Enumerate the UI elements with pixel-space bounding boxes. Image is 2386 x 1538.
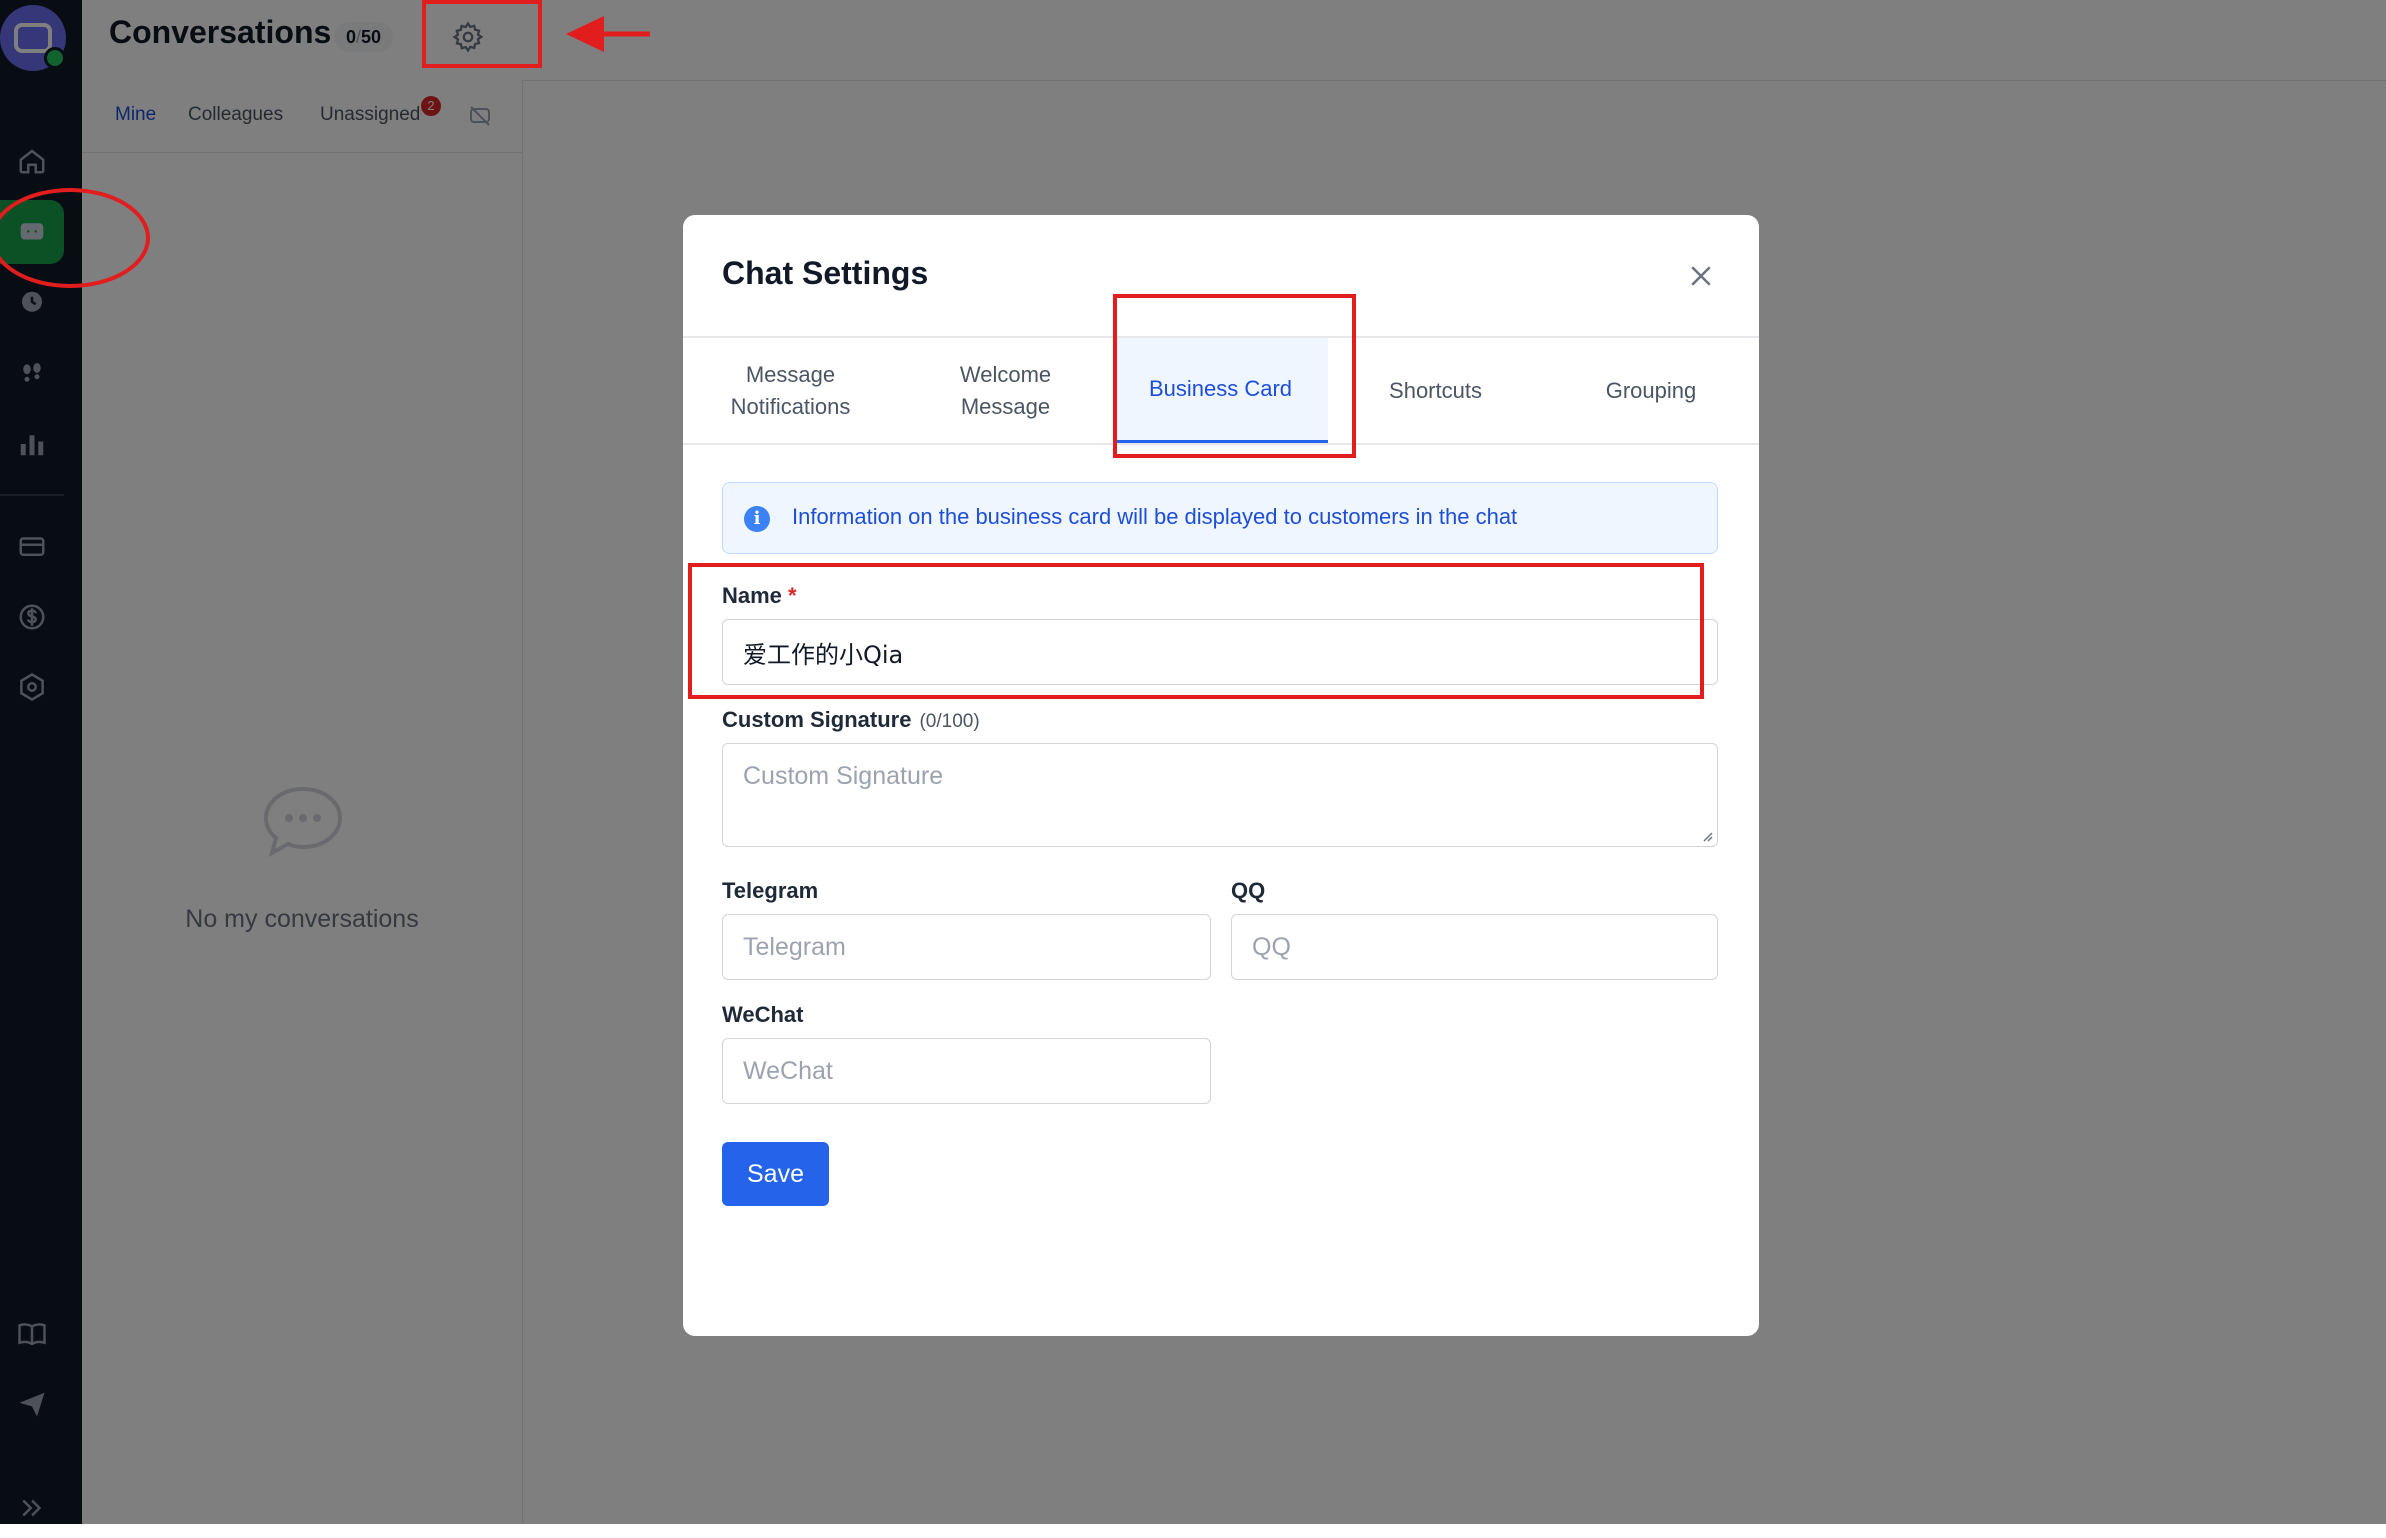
qq-input[interactable]: QQ [1231, 914, 1718, 980]
tab-welcome-message[interactable]: Welcome Message [898, 338, 1113, 443]
modal-title: Chat Settings [722, 255, 929, 291]
wechat-label: WeChat [722, 1002, 804, 1027]
signature-placeholder: Custom Signature [743, 762, 944, 790]
signature-label-text: Custom Signature [722, 707, 912, 732]
resize-grip-icon[interactable] [1701, 830, 1713, 842]
save-button[interactable]: Save [722, 1142, 829, 1206]
tab-message-notifications[interactable]: Message Notifications [683, 338, 898, 443]
tab-label: Welcome Message [959, 361, 1052, 419]
telegram-placeholder: Telegram [743, 932, 846, 961]
annotation-arrow-icon [566, 16, 650, 52]
close-icon [1691, 266, 1711, 286]
telegram-label: Telegram [722, 878, 819, 903]
signature-textarea[interactable]: Custom Signature [722, 743, 1718, 847]
tab-grouping[interactable]: Grouping [1543, 338, 1759, 443]
tab-label: Shortcuts [1389, 377, 1482, 403]
signature-label: Custom Signature (0/100) [722, 707, 980, 733]
annotation-name-field [688, 563, 1704, 699]
modal-close-button[interactable] [1686, 261, 1716, 291]
wechat-input[interactable]: WeChat [722, 1038, 1211, 1104]
annotation-business-card-tab [1113, 294, 1356, 458]
tab-shortcuts[interactable]: Shortcuts [1328, 338, 1543, 443]
tab-label: Grouping [1605, 377, 1697, 403]
wechat-placeholder: WeChat [743, 1056, 833, 1085]
tab-label: Message Notifications [730, 361, 851, 419]
qq-placeholder: QQ [1252, 932, 1291, 961]
annotation-settings-highlight [422, 0, 542, 68]
telegram-input[interactable]: Telegram [722, 914, 1211, 980]
signature-char-count: (0/100) [919, 711, 980, 732]
info-alert-text: Information on the business card will be… [792, 504, 1518, 529]
info-icon: i [744, 506, 770, 532]
qq-label: QQ [1231, 878, 1266, 903]
